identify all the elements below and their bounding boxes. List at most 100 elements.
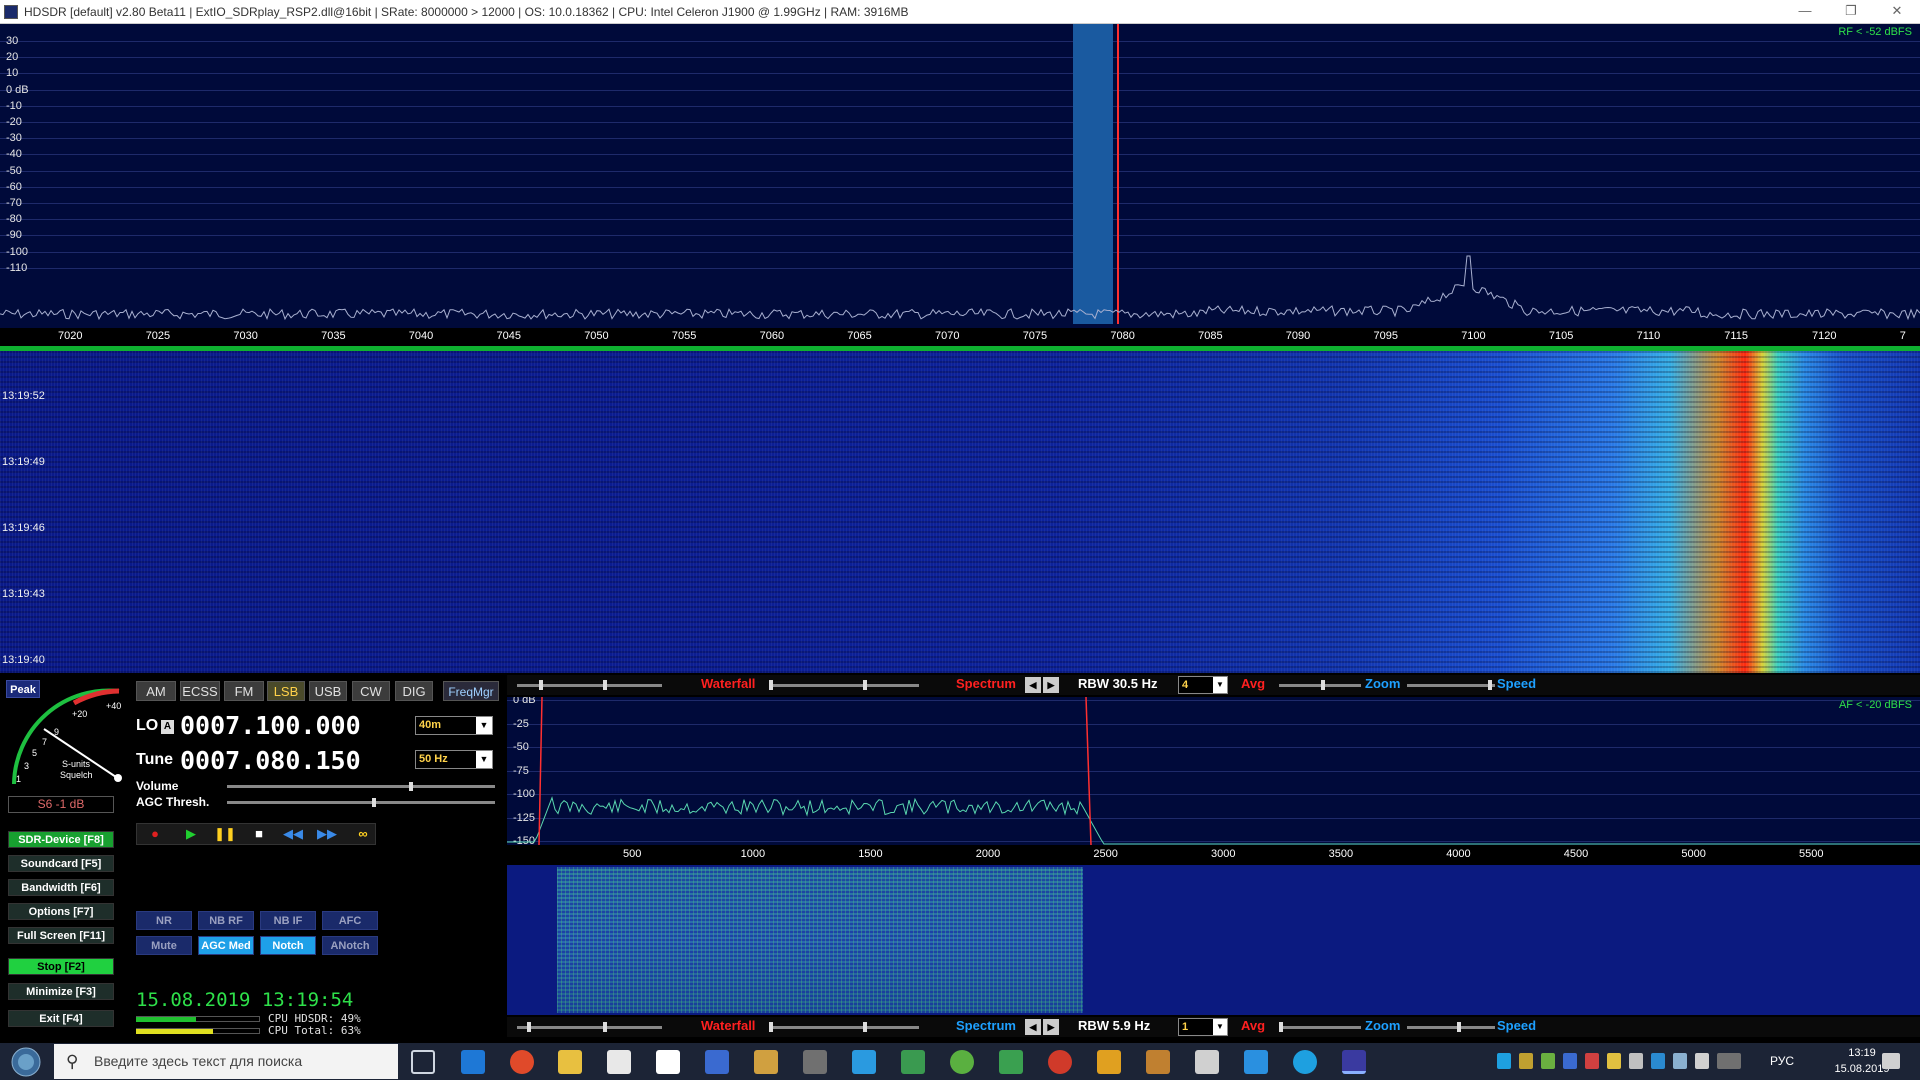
fkey-bandwidth-button[interactable]: Bandwidth [F6] xyxy=(8,879,114,896)
tune-frequency[interactable]: 0007.080.150 xyxy=(180,746,361,775)
freqmgr-button[interactable]: FreqMgr xyxy=(443,681,499,701)
notifications-icon[interactable] xyxy=(1882,1053,1900,1069)
af-zoom-slider[interactable] xyxy=(1279,1026,1361,1029)
shield-icon[interactable] xyxy=(1563,1053,1577,1069)
mode-am-button[interactable]: AM xyxy=(136,681,176,701)
tool-icon[interactable] xyxy=(754,1050,778,1074)
dsp-mute-button[interactable]: Mute xyxy=(136,936,192,955)
rf-frequency-scale[interactable]: 7020 7025 7030 7035 7040 7045 7050 7055 7060 7065… xyxy=(0,328,1920,346)
antivirus-icon[interactable] xyxy=(1585,1053,1599,1069)
fkey-minimize-button[interactable]: Minimize [F3] xyxy=(8,983,114,1000)
mode-ecss-button[interactable]: ECSS xyxy=(180,681,220,701)
file-explorer-icon[interactable] xyxy=(558,1050,582,1074)
af-spectrum-contrast-thumb[interactable] xyxy=(769,1022,773,1032)
floppy-icon[interactable] xyxy=(705,1050,729,1074)
af-avg-select[interactable]: 1 ▼ xyxy=(1178,1018,1228,1036)
tray-app-icon[interactable] xyxy=(1519,1053,1533,1069)
peak-button[interactable]: Peak xyxy=(6,680,40,698)
rf-spectrum[interactable]: 30 20 10 0 dB -10 -20 -30 -40 -50 -60 -70 -80 -90 -10… xyxy=(0,24,1920,328)
af-frequency-scale[interactable]: 500 1000 1500 2000 2500 3000 3500 4000 4500 5000 5… xyxy=(507,845,1920,865)
loop-icon[interactable]: ∞ xyxy=(348,825,378,843)
utility-icon[interactable] xyxy=(803,1050,827,1074)
af-waterfall-brightness-thumb[interactable] xyxy=(603,1022,607,1032)
tray-green-icon[interactable] xyxy=(1541,1053,1555,1069)
usb-icon[interactable] xyxy=(1629,1053,1643,1069)
mode-usb-button[interactable]: USB xyxy=(309,681,347,701)
rf-rbw-right-icon[interactable]: ▶ xyxy=(1043,677,1059,693)
af-spectrum[interactable]: 0 dB -25 -50 -75 -100 -125 -150 AF < -20 dBFS xyxy=(507,697,1920,845)
rf-zoom-thumb[interactable] xyxy=(1321,680,1325,690)
af-speed-thumb[interactable] xyxy=(1457,1022,1461,1032)
dsp-agc-med-button[interactable]: AGC Med xyxy=(198,936,254,955)
rf-waterfall-contrast-thumb[interactable] xyxy=(539,680,543,690)
notepad-icon[interactable] xyxy=(999,1050,1023,1074)
rf-speed-slider[interactable] xyxy=(1407,684,1495,687)
mode-dig-button[interactable]: DIG xyxy=(395,681,433,701)
step-select[interactable]: 50 Hz ▼ xyxy=(415,750,493,769)
volume-icon[interactable] xyxy=(1695,1053,1709,1069)
dsp-afc-button[interactable]: AFC xyxy=(322,911,378,930)
fkey-stop-button[interactable]: Stop [F2] xyxy=(8,958,114,975)
vfo-a-button[interactable]: A xyxy=(161,720,174,734)
af-spectrum-brightness-thumb[interactable] xyxy=(863,1022,867,1032)
utorrent-icon[interactable] xyxy=(950,1050,974,1074)
app-green-icon[interactable] xyxy=(901,1050,925,1074)
fkey-full-button[interactable]: Full Screen [F11] xyxy=(8,927,114,944)
rf-spectrum-contrast-slider[interactable] xyxy=(769,684,919,687)
play-icon[interactable]: ▶ xyxy=(180,825,202,843)
rf-waterfall[interactable]: 13:19:52 13:19:49 13:19:46 13:19:43 13:19:40 xyxy=(0,351,1920,673)
restore-button[interactable]: ❐ xyxy=(1828,0,1874,24)
af-speed-slider[interactable] xyxy=(1407,1026,1495,1029)
runner-icon[interactable] xyxy=(852,1050,876,1074)
mode-fm-button[interactable]: FM xyxy=(224,681,264,701)
fkey-exit-button[interactable]: Exit [F4] xyxy=(8,1010,114,1027)
tray-yellow-icon[interactable] xyxy=(1607,1053,1621,1069)
p-app-icon[interactable] xyxy=(1048,1050,1072,1074)
rf-spectrum-brightness-thumb[interactable] xyxy=(863,680,867,690)
pause-icon[interactable]: ❚❚ xyxy=(214,825,236,843)
search-input[interactable]: ⚲ Введите здесь текст для поиска xyxy=(54,1044,398,1079)
dsp-nb-if-button[interactable]: NB IF xyxy=(260,911,316,930)
hdsdr-icon[interactable] xyxy=(1342,1050,1366,1074)
rf-speed-thumb[interactable] xyxy=(1488,680,1492,690)
volume-slider-thumb[interactable] xyxy=(409,782,414,791)
mode-lsb-button[interactable]: LSB xyxy=(267,681,305,701)
af-waterfall-contrast-thumb[interactable] xyxy=(527,1022,531,1032)
record-icon[interactable]: ● xyxy=(144,825,166,843)
dsp-nb-rf-button[interactable]: NB RF xyxy=(198,911,254,930)
fkey-options-button[interactable]: Options [F7] xyxy=(8,903,114,920)
fkey-soundcard-button[interactable]: Soundcard [F5] xyxy=(8,855,114,872)
lo-frequency[interactable]: 0007.100.000 xyxy=(180,711,361,740)
af-waterfall-contrast-slider[interactable] xyxy=(517,1026,662,1029)
calculator-icon[interactable] xyxy=(1195,1050,1219,1074)
stop-icon[interactable]: ■ xyxy=(248,825,270,843)
af-rbw-right-icon[interactable]: ▶ xyxy=(1043,1019,1059,1035)
volume-slider[interactable] xyxy=(227,785,495,788)
skype-icon[interactable] xyxy=(1293,1050,1317,1074)
tray-blue-icon[interactable] xyxy=(1651,1053,1665,1069)
fast-forward-icon[interactable]: ▶▶ xyxy=(316,825,338,843)
task-view-icon[interactable] xyxy=(411,1050,435,1074)
band-select[interactable]: 40m ▼ xyxy=(415,716,493,735)
rf-waterfall-brightness-thumb[interactable] xyxy=(603,680,607,690)
game-icon[interactable] xyxy=(1097,1050,1121,1074)
dsp-anotch-button[interactable]: ANotch xyxy=(322,936,378,955)
rf-spectrum-contrast-thumb[interactable] xyxy=(769,680,773,690)
agc-thresh-slider[interactable] xyxy=(227,801,495,804)
af-rbw-left-icon[interactable]: ◀ xyxy=(1025,1019,1041,1035)
fkey-sdr-device-button[interactable]: SDR-Device [F8] xyxy=(8,831,114,848)
monitor-icon[interactable] xyxy=(1244,1050,1268,1074)
dsp-notch-button[interactable]: Notch xyxy=(260,936,316,955)
minimize-button[interactable]: — xyxy=(1782,0,1828,24)
store-icon[interactable] xyxy=(607,1050,631,1074)
edge-icon[interactable] xyxy=(461,1050,485,1074)
af-waterfall[interactable] xyxy=(507,865,1920,1015)
dsp-nr-button[interactable]: NR xyxy=(136,911,192,930)
mode-cw-button[interactable]: CW xyxy=(352,681,390,701)
close-button[interactable]: ✕ xyxy=(1874,0,1920,24)
chrome-icon[interactable] xyxy=(510,1050,534,1074)
af-spectrum-contrast-slider[interactable] xyxy=(769,1026,919,1029)
rf-avg-select[interactable]: 4 ▼ xyxy=(1178,676,1228,694)
start-icon[interactable] xyxy=(6,1046,46,1078)
skype-tray-icon[interactable] xyxy=(1497,1053,1511,1069)
